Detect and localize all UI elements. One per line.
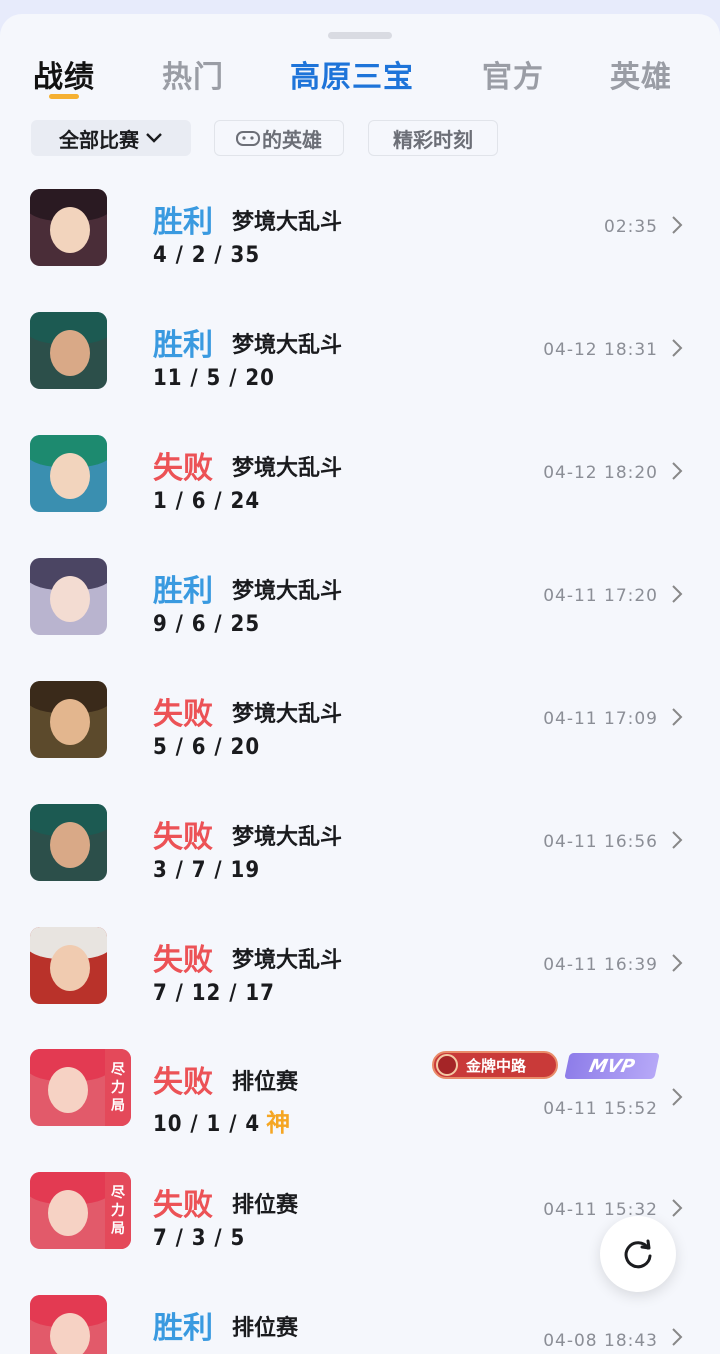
tab-record[interactable]: 战绩 xyxy=(33,52,95,96)
hero-avatar xyxy=(30,927,107,1004)
match-mode: 梦境大乱斗 xyxy=(232,702,343,727)
all-matches-dropdown[interactable]: 全部比赛 xyxy=(31,120,191,156)
tab-bar: 战绩 热门 高原三宝 官方 英雄 xyxy=(0,52,720,102)
match-result: 失败 xyxy=(153,451,213,486)
hero-avatar: 尽力局 xyxy=(30,1172,131,1249)
mvp-badge: MVP xyxy=(564,1053,660,1079)
chevron-right-icon[interactable] xyxy=(670,215,684,235)
hero-avatar xyxy=(30,435,107,512)
hero-avatar xyxy=(30,681,107,758)
match-time: 02:35 xyxy=(604,217,658,237)
match-time: 04-11 15:52 xyxy=(543,1099,658,1119)
my-heroes-filter[interactable]: 的英雄 xyxy=(214,120,344,156)
best-effort-tag: 尽力局 xyxy=(105,1049,131,1126)
hero-avatar xyxy=(30,558,107,635)
hero-avatar xyxy=(30,189,107,266)
match-kda: 10 / 1 / 4神 xyxy=(153,1109,292,1137)
match-result: 失败 xyxy=(153,1065,213,1100)
match-kda: 4 / 2 / 35 xyxy=(153,243,261,268)
refresh-button[interactable] xyxy=(600,1216,676,1292)
gamepad-icon xyxy=(236,131,260,146)
chevron-right-icon[interactable] xyxy=(670,1327,684,1347)
match-time: 04-12 18:31 xyxy=(543,340,658,360)
match-history-sheet: 战绩 热门 高原三宝 官方 英雄 全部比赛 的英雄 精彩时刻 胜利 梦境大乱斗 … xyxy=(0,14,720,1354)
match-mode: 梦境大乱斗 xyxy=(232,333,343,358)
chevron-right-icon[interactable] xyxy=(670,461,684,481)
match-row[interactable]: 胜利 梦境大乱斗 9 / 6 / 25 04-11 17:20 xyxy=(0,558,720,681)
god-badge: 神 xyxy=(266,1109,292,1137)
honor-badge: 金牌中路 xyxy=(432,1051,558,1079)
match-time: 04-11 16:56 xyxy=(543,832,658,852)
chevron-right-icon[interactable] xyxy=(670,584,684,604)
match-time: 04-11 17:09 xyxy=(543,709,658,729)
active-tab-indicator xyxy=(49,94,79,99)
match-result: 胜利 xyxy=(153,328,213,363)
my-heroes-label: 的英雄 xyxy=(262,127,322,152)
chevron-right-icon[interactable] xyxy=(670,1087,684,1107)
match-row[interactable]: 胜利 排位赛 04-08 18:43 xyxy=(0,1295,720,1354)
match-mode: 排位赛 xyxy=(232,1316,299,1341)
chevron-right-icon[interactable] xyxy=(670,953,684,973)
match-time: 04-12 18:20 xyxy=(543,463,658,483)
tab-plateau[interactable]: 高原三宝 xyxy=(290,52,414,96)
match-row[interactable]: 失败 梦境大乱斗 3 / 7 / 19 04-11 16:56 xyxy=(0,804,720,927)
match-result: 失败 xyxy=(153,1188,213,1223)
highlights-label: 精彩时刻 xyxy=(393,127,473,152)
refresh-icon xyxy=(624,1239,652,1269)
match-kda: 9 / 6 / 25 xyxy=(153,612,261,637)
chevron-right-icon[interactable] xyxy=(670,830,684,850)
tab-official[interactable]: 官方 xyxy=(482,52,544,96)
drag-handle[interactable] xyxy=(328,32,392,39)
match-row[interactable]: 失败 梦境大乱斗 1 / 6 / 24 04-12 18:20 xyxy=(0,435,720,558)
match-row[interactable]: 尽力局 失败 排位赛 10 / 1 / 4神 金牌中路 MVP 04-11 15… xyxy=(0,1049,720,1172)
match-time: 04-11 16:39 xyxy=(543,955,658,975)
match-mode: 梦境大乱斗 xyxy=(232,210,343,235)
match-result: 胜利 xyxy=(153,574,213,609)
match-result: 失败 xyxy=(153,820,213,855)
lane-icon xyxy=(436,1054,458,1076)
filter-bar: 全部比赛 的英雄 精彩时刻 xyxy=(0,120,720,160)
match-row[interactable]: 失败 梦境大乱斗 7 / 12 / 17 04-11 16:39 xyxy=(0,927,720,1050)
match-mode: 排位赛 xyxy=(232,1070,299,1095)
match-row[interactable]: 失败 梦境大乱斗 5 / 6 / 20 04-11 17:09 xyxy=(0,681,720,804)
match-result: 失败 xyxy=(153,697,213,732)
hero-avatar xyxy=(30,804,107,881)
chevron-right-icon[interactable] xyxy=(670,1198,684,1218)
chevron-right-icon[interactable] xyxy=(670,338,684,358)
match-mode: 梦境大乱斗 xyxy=(232,948,343,973)
match-mode: 梦境大乱斗 xyxy=(232,825,343,850)
match-kda: 5 / 6 / 20 xyxy=(153,735,261,760)
all-matches-label: 全部比赛 xyxy=(59,127,139,152)
match-result: 胜利 xyxy=(153,1311,213,1346)
match-row[interactable]: 胜利 梦境大乱斗 4 / 2 / 35 02:35 xyxy=(0,189,720,312)
match-time: 04-11 17:20 xyxy=(543,586,658,606)
tab-heroes[interactable]: 英雄 xyxy=(610,52,672,96)
match-mode: 梦境大乱斗 xyxy=(232,579,343,604)
chevron-down-icon xyxy=(146,133,162,143)
match-kda: 3 / 7 / 19 xyxy=(153,858,261,883)
highlights-filter[interactable]: 精彩时刻 xyxy=(368,120,498,156)
hero-avatar: 尽力局 xyxy=(30,1049,131,1126)
match-result: 胜利 xyxy=(153,205,213,240)
match-kda: 7 / 3 / 5 xyxy=(153,1226,246,1251)
match-mode: 梦境大乱斗 xyxy=(232,456,343,481)
chevron-right-icon[interactable] xyxy=(670,707,684,727)
match-row[interactable]: 胜利 梦境大乱斗 11 / 5 / 20 04-12 18:31 xyxy=(0,312,720,435)
best-effort-tag: 尽力局 xyxy=(105,1172,131,1249)
tab-hot[interactable]: 热门 xyxy=(162,52,224,96)
match-kda: 11 / 5 / 20 xyxy=(153,366,275,391)
hero-avatar xyxy=(30,1295,107,1354)
match-result: 失败 xyxy=(153,943,213,978)
match-mode: 排位赛 xyxy=(232,1193,299,1218)
hero-avatar xyxy=(30,312,107,389)
match-kda: 7 / 12 / 17 xyxy=(153,981,275,1006)
match-kda: 1 / 6 / 24 xyxy=(153,489,261,514)
match-time: 04-08 18:43 xyxy=(543,1331,658,1351)
